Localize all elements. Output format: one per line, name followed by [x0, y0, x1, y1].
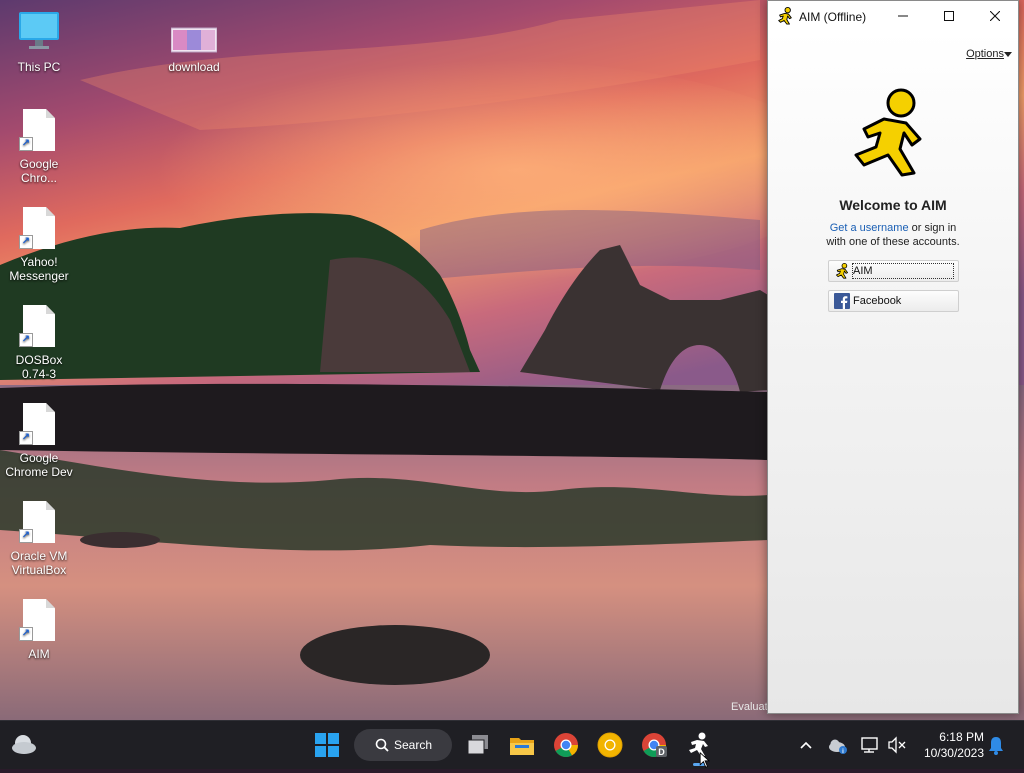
- windows-start-icon: [315, 733, 339, 757]
- volume-tray-button[interactable]: [880, 729, 912, 761]
- taskbar: Search D i 6:18 PM 10/30/2023: [0, 720, 1024, 769]
- chrome-icon: [554, 733, 578, 758]
- chevron-down-icon: [1004, 52, 1012, 57]
- file-shortcut-icon: ↗: [19, 499, 59, 545]
- account-label: Facebook: [853, 295, 902, 307]
- options-menu[interactable]: Options: [966, 48, 1004, 60]
- close-button[interactable]: [972, 1, 1018, 31]
- chrome-dev-button[interactable]: D: [638, 729, 670, 761]
- desktop-icon-label: Google Chrome Dev: [5, 451, 73, 479]
- notification-bell-icon: [989, 737, 1003, 755]
- file-shortcut-icon: ↗: [19, 107, 59, 153]
- desktop-icon-google-chrome-dev[interactable]: ↗ Google Chrome Dev: [2, 401, 76, 479]
- minimize-icon: [898, 15, 908, 17]
- desktop-icon-aim[interactable]: ↗ AIM: [2, 597, 76, 661]
- chrome-canary-button[interactable]: [594, 729, 626, 761]
- desktop-icon-google-chrome[interactable]: ↗ Google Chro...: [2, 107, 76, 185]
- taskbar-search-button[interactable]: Search: [354, 729, 452, 761]
- desktop-icon-label: DOSBox 0.74-3: [15, 353, 63, 381]
- account-label: AIM: [853, 265, 873, 277]
- chrome-canary-icon: [597, 732, 623, 758]
- desktop-icon-dosbox[interactable]: ↗ DOSBox 0.74-3: [2, 303, 76, 381]
- file-shortcut-icon: ↗: [19, 205, 59, 251]
- monitor-icon: [19, 10, 59, 56]
- start-button[interactable]: [311, 729, 343, 761]
- desktop-icon-label: AIM: [28, 647, 50, 661]
- desktop-icon-label: download: [168, 60, 220, 74]
- maximize-icon: [944, 11, 954, 21]
- welcome-heading: Welcome to AIM: [839, 197, 947, 213]
- show-hidden-icons-button[interactable]: [790, 729, 822, 761]
- mouse-cursor-icon: [698, 751, 712, 770]
- image-thumbnail-icon: [170, 10, 218, 56]
- desktop-icon-label: Oracle VM VirtualBox: [10, 549, 68, 577]
- chrome-button[interactable]: [550, 729, 582, 761]
- onedrive-icon: i: [829, 739, 847, 755]
- desktop-icon-label: Yahoo! Messenger: [9, 255, 69, 283]
- signin-instructions-line-2: with one of these accounts.: [826, 236, 960, 248]
- aim-titlebar[interactable]: AIM (Offline): [768, 1, 1018, 31]
- signin-instructions-line-1: Get a username or sign in: [768, 222, 1018, 234]
- facebook-account-button[interactable]: Facebook: [828, 290, 959, 312]
- desktop-icon-download[interactable]: download: [157, 10, 231, 74]
- file-explorer-icon: [510, 738, 534, 755]
- aim-account-button[interactable]: AIM: [828, 260, 959, 282]
- desktop-icon-yahoo-messenger[interactable]: ↗ Yahoo! Messenger: [2, 205, 76, 283]
- task-view-button[interactable]: [462, 729, 494, 761]
- aim-window[interactable]: AIM (Offline) Options Welcome to AIM Get…: [767, 0, 1019, 714]
- signin-text: or sign in: [911, 222, 957, 234]
- evaluation-watermark: Evaluat: [731, 701, 768, 713]
- maximize-button[interactable]: [926, 1, 972, 31]
- aim-runner-icon: [776, 7, 794, 25]
- file-shortcut-icon: ↗: [19, 401, 59, 447]
- file-explorer-button[interactable]: [506, 729, 538, 761]
- clock-time[interactable]: 6:18 PM: [930, 730, 984, 744]
- clock-date[interactable]: 10/30/2023: [910, 746, 984, 760]
- desktop-icon-this-pc[interactable]: This PC: [2, 10, 76, 74]
- facebook-icon: [834, 293, 850, 309]
- window-title: AIM (Offline): [799, 10, 867, 24]
- weather-cloud-icon: [12, 735, 36, 754]
- desktop-icon-oracle-vm-virtualbox[interactable]: ↗ Oracle VM VirtualBox: [2, 499, 76, 577]
- aim-runner-icon: [834, 263, 850, 279]
- task-view-icon: [467, 735, 488, 755]
- desktop-icon-label: Google Chro...: [19, 157, 59, 185]
- file-shortcut-icon: ↗: [19, 597, 59, 643]
- onedrive-tray-button[interactable]: i: [822, 729, 854, 761]
- chevron-up-icon: [800, 741, 812, 749]
- minimize-button[interactable]: [880, 1, 926, 31]
- file-shortcut-icon: ↗: [19, 303, 59, 349]
- search-label: Search: [394, 738, 433, 752]
- close-icon: [990, 11, 1000, 21]
- desktop-icon-label: This PC: [17, 60, 61, 74]
- chrome-dev-icon: D: [642, 733, 667, 758]
- search-icon: [375, 738, 389, 752]
- svg-text:D: D: [658, 747, 665, 757]
- notification-center-button[interactable]: [980, 729, 1012, 761]
- weather-widget-button[interactable]: [8, 729, 40, 761]
- volume-muted-icon: [888, 736, 906, 754]
- aim-content: Options Welcome to AIM Get a username or…: [768, 31, 1018, 713]
- get-username-link[interactable]: Get a username: [830, 222, 909, 234]
- aim-runner-logo-icon: [846, 87, 936, 183]
